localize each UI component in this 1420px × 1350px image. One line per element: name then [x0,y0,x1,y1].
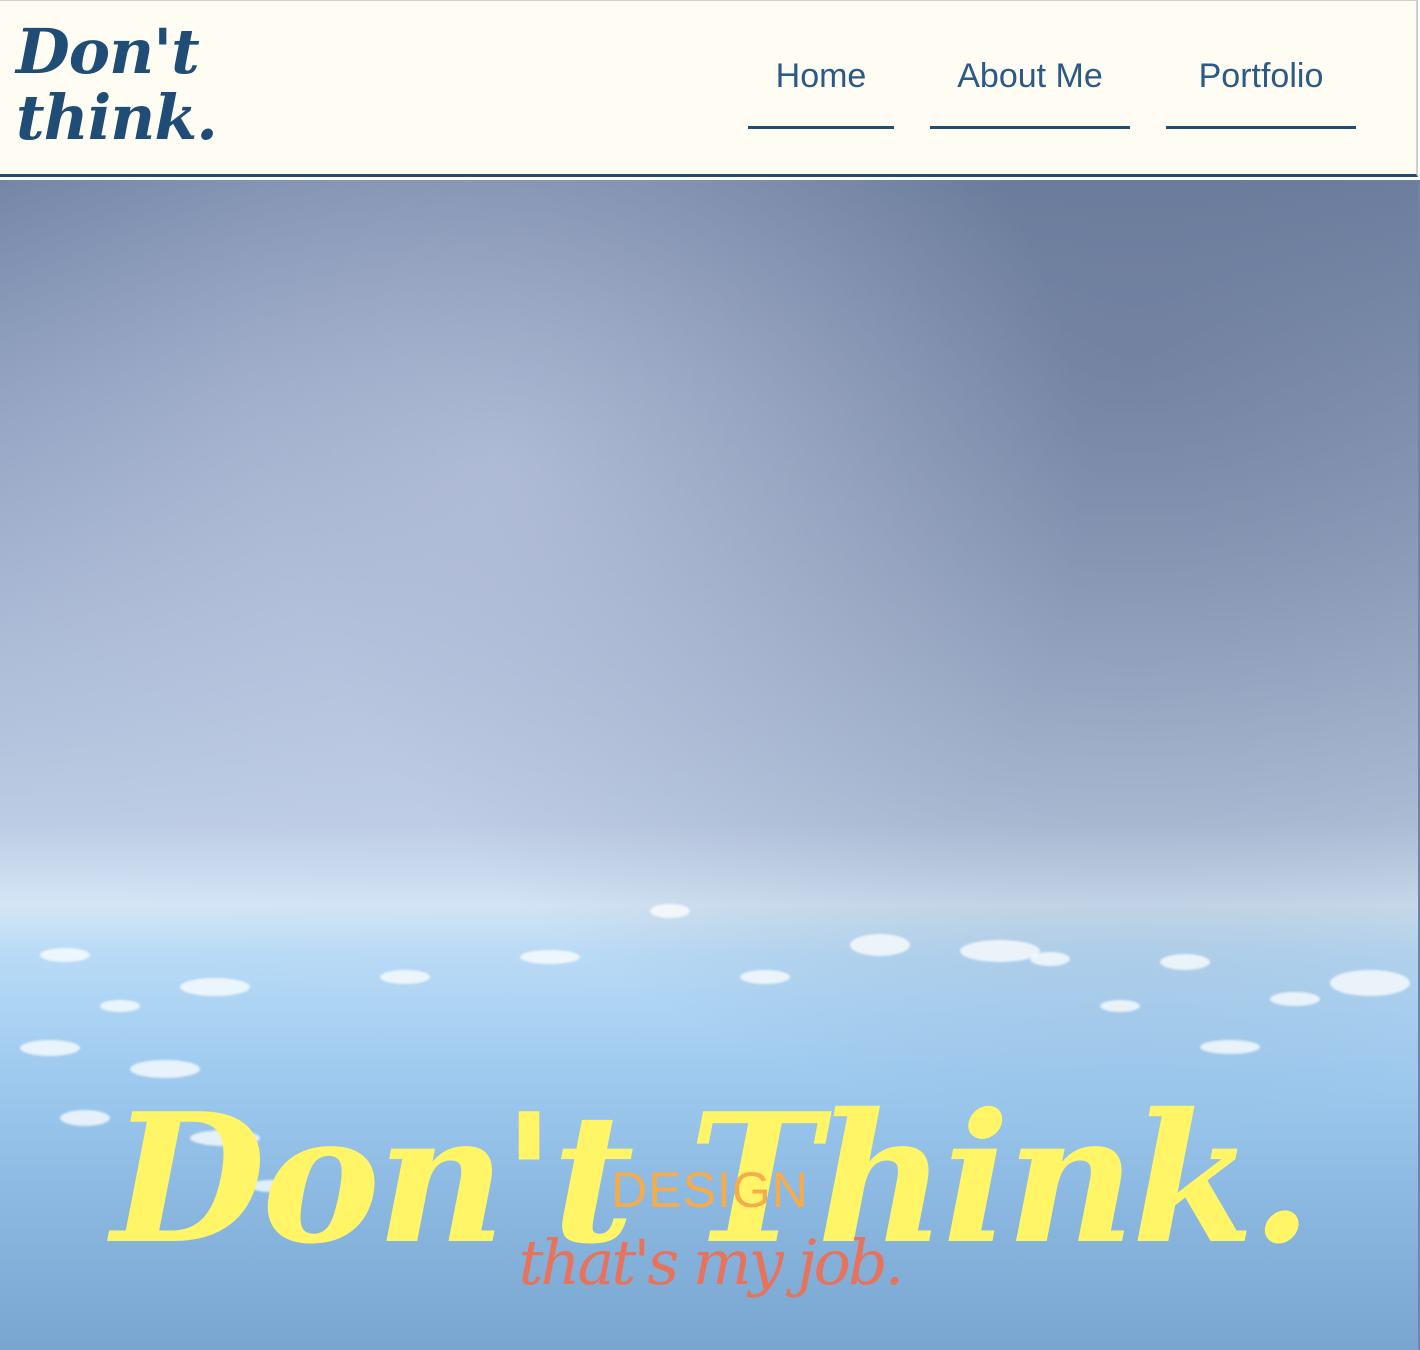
nav-about-link[interactable]: About Me [930,57,1130,129]
nav-portfolio-link[interactable]: Portfolio [1166,57,1356,129]
logo-line-2: think. [16,81,218,154]
site-header: Don't think. Home About Me Portfolio [0,0,1418,177]
page: Don't think. Home About Me Portfolio Don… [0,0,1420,1350]
hero-subtitle: DESIGN [611,1162,809,1218]
hero-tagline: that's my job. [518,1226,905,1299]
nav-about-label: About Me [957,57,1103,95]
nav-about-underline [930,126,1130,129]
site-logo[interactable]: Don't think. [16,15,218,154]
logo-line-1: Don't [16,15,200,88]
nav-home-underline [748,126,894,129]
nav-home-label: Home [775,57,867,95]
nav-portfolio-underline [1166,126,1356,129]
nav-portfolio-label: Portfolio [1198,57,1324,95]
nav-home-link[interactable]: Home [748,57,894,129]
